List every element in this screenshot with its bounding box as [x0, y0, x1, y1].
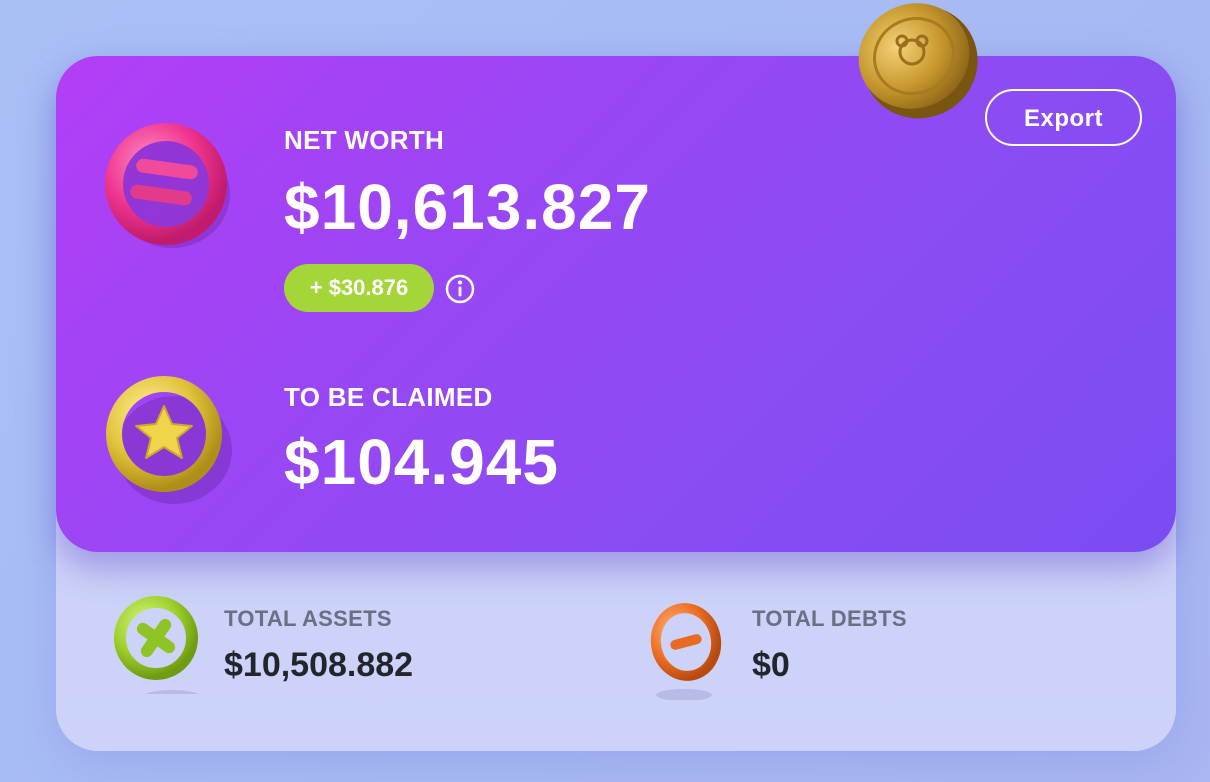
net-worth-change-badge: + $30.876	[284, 264, 434, 312]
green-plus-ring-icon	[114, 596, 199, 694]
gold-coin-icon	[858, 3, 978, 119]
info-icon[interactable]	[444, 273, 476, 305]
total-debts-label: TOTAL DEBTS	[752, 606, 907, 631]
net-worth-value: $10,613.827	[284, 171, 651, 243]
orange-minus-ring-icon	[650, 603, 722, 700]
total-assets-value: $10,508.882	[224, 646, 414, 684]
total-assets-label: TOTAL ASSETS	[224, 606, 392, 631]
export-button[interactable]: Export	[985, 89, 1142, 146]
net-worth-label: NET WORTH	[284, 125, 445, 155]
pink-equals-ring-icon	[105, 123, 230, 248]
total-debts-value: $0	[752, 646, 790, 684]
yellow-star-ring-icon	[106, 376, 232, 504]
to-be-claimed-value: $104.945	[284, 426, 559, 498]
to-be-claimed-label: TO BE CLAIMED	[284, 382, 493, 412]
